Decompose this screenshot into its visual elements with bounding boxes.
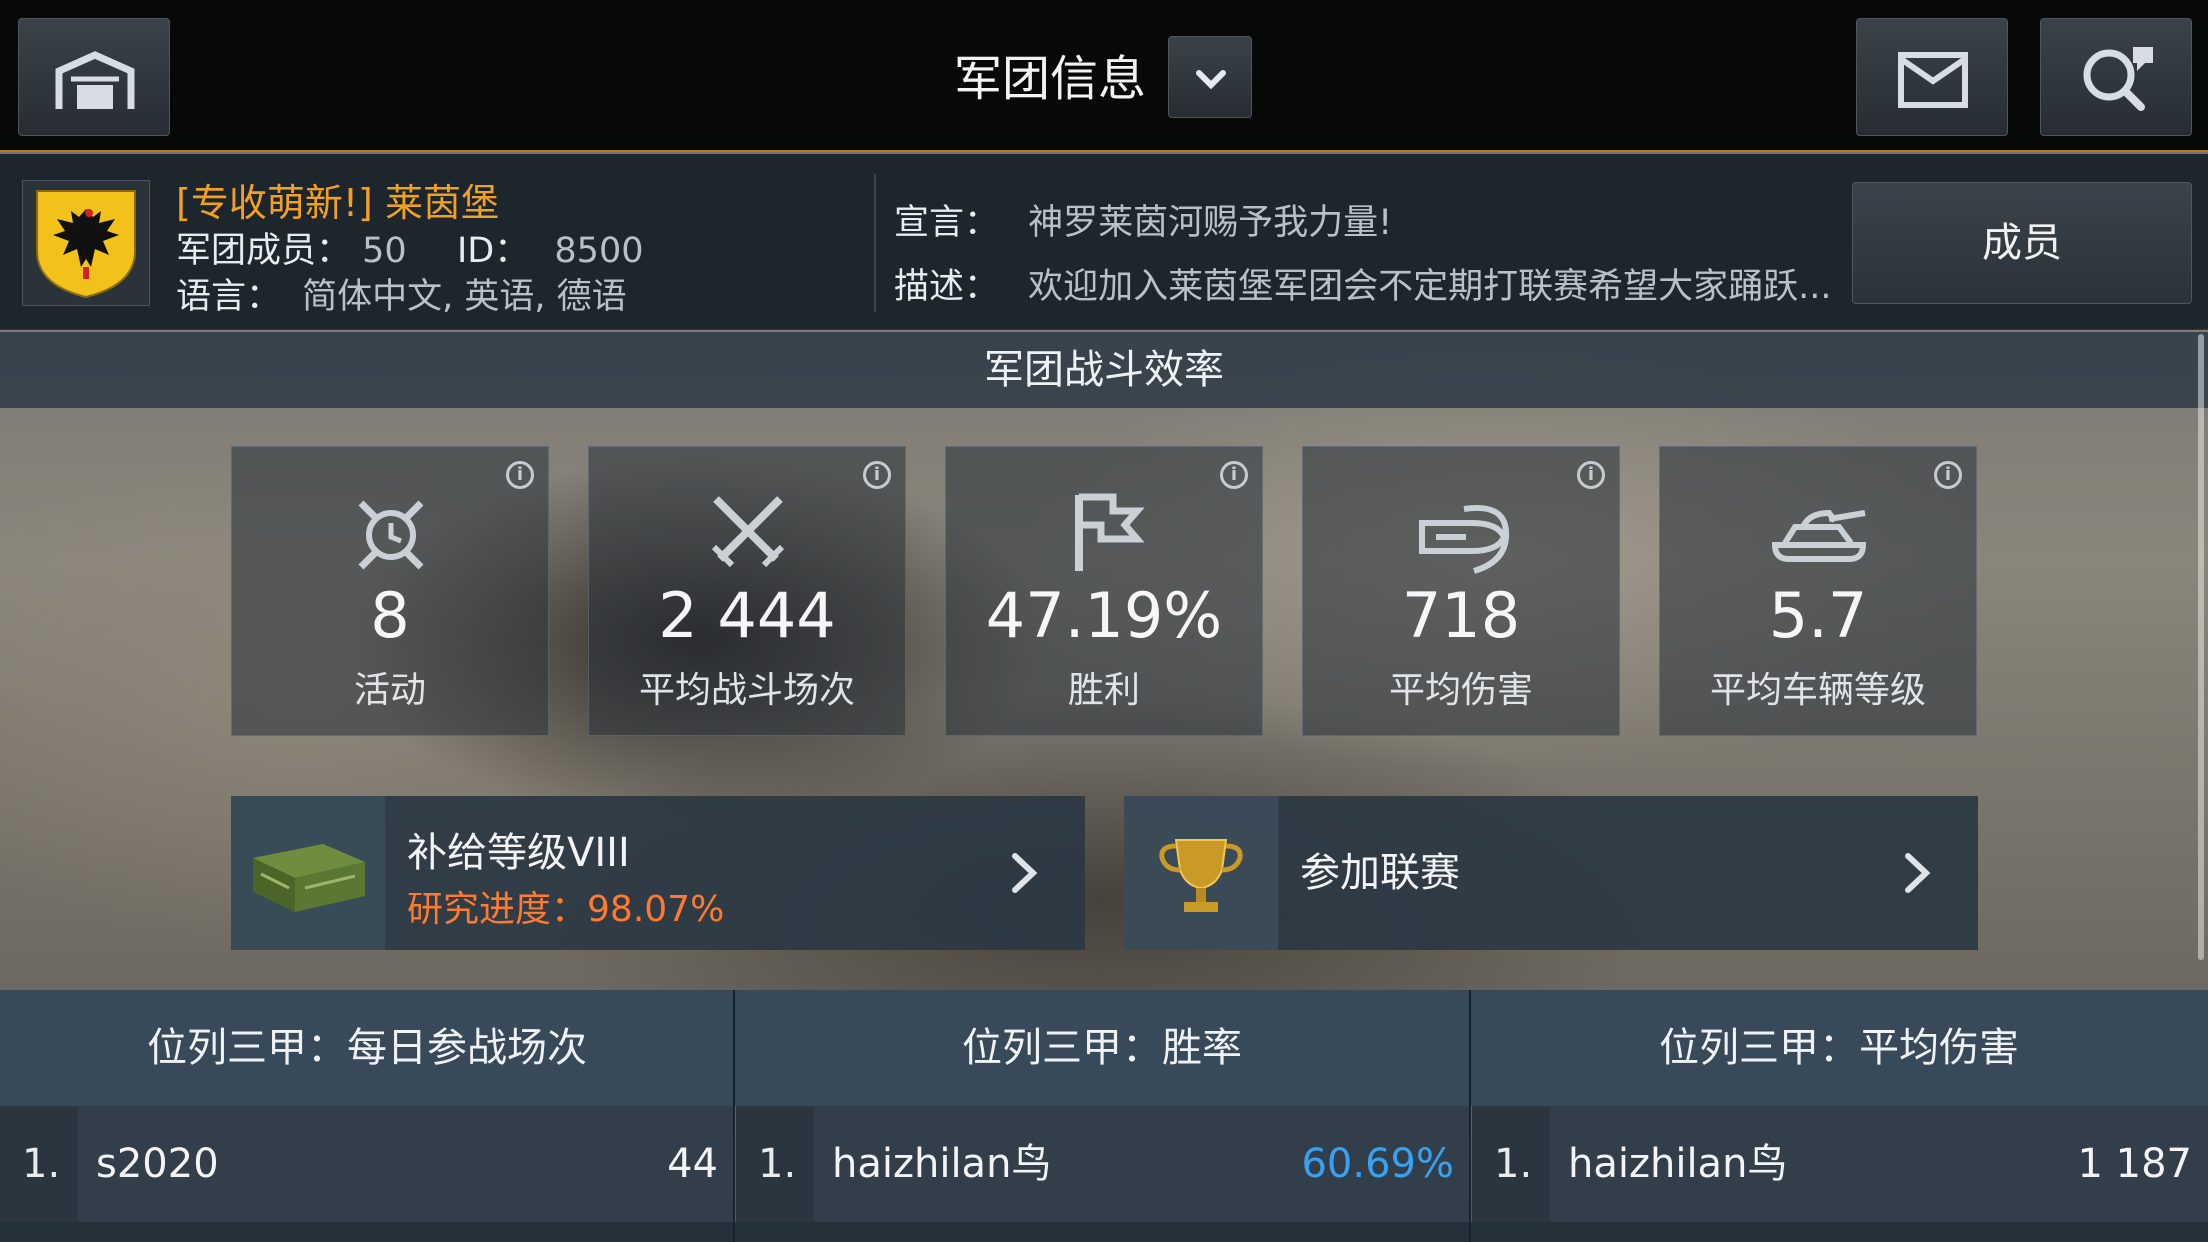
mail-button[interactable] xyxy=(1856,18,2008,136)
language-value: 简体中文, 英语, 德语 xyxy=(302,277,627,317)
stat-label: 活动 xyxy=(353,670,426,711)
stat-value: 2 444 xyxy=(658,579,836,652)
supply-crate-icon xyxy=(253,844,365,912)
rank: 1. xyxy=(1494,1141,1533,1187)
player-score: 60.69% xyxy=(1301,1141,1454,1187)
rank: 1. xyxy=(758,1141,797,1187)
clan-motto-line: 宣言： 神罗莱茵河赐予我力量! xyxy=(894,194,1392,245)
info-icon[interactable]: i xyxy=(506,461,534,489)
stat-label: 平均车辆等级 xyxy=(1709,670,1926,711)
leaderboard-header-winrate: 位列三甲：胜率 xyxy=(734,990,1470,1106)
garage-icon xyxy=(55,51,135,109)
flag-icon xyxy=(1075,493,1145,571)
page-title: 军团信息 xyxy=(953,51,1146,107)
rank: 1. xyxy=(22,1141,61,1187)
efficiency-section-title: 军团战斗效率 xyxy=(0,332,2208,408)
shell-icon xyxy=(1419,505,1510,574)
player-score: 1 187 xyxy=(2077,1141,2192,1187)
clan-members-line: 军团成员： 50 ID： 8500 xyxy=(176,222,643,273)
trophy-icon xyxy=(1159,839,1243,912)
clan-language-line: 语言： 简体中文, 英语, 德语 xyxy=(176,268,627,319)
player-name: s2020 xyxy=(96,1141,219,1187)
table-row[interactable]: 1. haizhilan鸟 1 187 xyxy=(1472,1106,2208,1222)
research-progress-value: 98.07% xyxy=(587,889,725,930)
description-value: 欢迎加入莱茵堡军团会不定期打联赛希望大家踊跃... xyxy=(1028,267,1832,307)
info-icon[interactable]: i xyxy=(1934,461,1962,489)
german-eagle-emblem-icon xyxy=(36,190,136,299)
supply-crate-thumb xyxy=(231,796,385,950)
chevron-right-icon xyxy=(1012,853,1038,893)
garage-button[interactable] xyxy=(18,18,170,136)
table-row[interactable]: 1. haizhilan鸟 60.69% xyxy=(736,1106,1470,1222)
stat-label: 平均伤害 xyxy=(1388,670,1533,711)
stat-label: 胜利 xyxy=(1067,670,1140,711)
player-score: 44 xyxy=(667,1141,718,1187)
join-league-label: 参加联赛 xyxy=(1300,850,1460,896)
column-divider xyxy=(1469,990,1471,1242)
info-divider xyxy=(874,174,876,312)
stat-value: 47.19% xyxy=(985,579,1223,652)
id-value: 8500 xyxy=(554,231,644,271)
scrollbar[interactable] xyxy=(2198,334,2204,960)
title-dropdown-button[interactable] xyxy=(1168,36,1252,118)
clan-emblem xyxy=(22,180,150,306)
stat-card-wins[interactable]: i 47.19% 胜利 xyxy=(945,446,1263,736)
join-league-button[interactable]: 参加联赛 xyxy=(1124,796,1978,950)
members-value: 50 xyxy=(362,231,407,271)
id-label: ID： xyxy=(456,231,530,271)
motto-label: 宣言： xyxy=(894,203,1000,243)
supply-level-title: 补给等级VIII xyxy=(407,830,630,876)
research-progress-label: 研究进度： xyxy=(407,889,588,930)
stat-card-avg-battles[interactable]: i 2 444 平均战斗场次 xyxy=(588,446,906,736)
supply-progress-line: 研究进度：98.07% xyxy=(407,880,724,932)
supply-level-button[interactable]: 补给等级VIII 研究进度：98.07% xyxy=(231,796,1085,950)
info-icon[interactable]: i xyxy=(863,461,891,489)
motto-value: 神罗莱茵河赐予我力量! xyxy=(1028,203,1393,243)
info-icon[interactable]: i xyxy=(1577,461,1605,489)
player-name: haizhilan鸟 xyxy=(832,1141,1052,1187)
stat-value: 5.7 xyxy=(1768,579,1868,652)
language-label: 语言： xyxy=(176,277,282,317)
table-row-partial xyxy=(0,1222,2208,1242)
info-icon[interactable]: i xyxy=(1220,461,1248,489)
clan-description-line: 描述： 欢迎加入莱茵堡军团会不定期打联赛希望大家踊跃... xyxy=(894,258,1832,309)
crossed-swords-icon xyxy=(711,496,785,568)
stat-value: 718 xyxy=(1401,579,1521,652)
tank-icon xyxy=(1771,509,1867,562)
search-clan-button[interactable] xyxy=(2040,18,2192,136)
search-clan-icon xyxy=(2083,47,2153,111)
stat-value: 8 xyxy=(370,579,410,652)
stat-card-avg-damage[interactable]: i 718 平均伤害 xyxy=(1302,446,1620,736)
stat-card-activity[interactable]: i 8 活动 xyxy=(231,446,549,736)
members-label: 军团成员： xyxy=(176,231,352,271)
stat-label: 平均战斗场次 xyxy=(638,670,855,711)
table-row[interactable]: 1. s2020 44 xyxy=(0,1106,734,1222)
leaderboard-header-daily-battles: 位列三甲：每日参战场次 xyxy=(0,990,734,1106)
members-button[interactable]: 成员 xyxy=(1852,182,2192,304)
trophy-thumb xyxy=(1124,796,1278,950)
column-divider xyxy=(733,990,735,1242)
chevron-down-icon xyxy=(1196,70,1226,90)
clan-name: [专收萌新!] 莱茵堡 xyxy=(176,181,499,225)
description-label: 描述： xyxy=(894,267,1000,307)
chevron-right-icon xyxy=(1905,853,1931,893)
player-name: haizhilan鸟 xyxy=(1568,1141,1788,1187)
stat-card-avg-tier[interactable]: i 5.7 平均车辆等级 xyxy=(1659,446,1977,736)
activity-icon xyxy=(358,500,424,570)
leaderboard-header-avg-damage: 位列三甲：平均伤害 xyxy=(1470,990,2208,1106)
mail-icon xyxy=(1898,52,1968,108)
